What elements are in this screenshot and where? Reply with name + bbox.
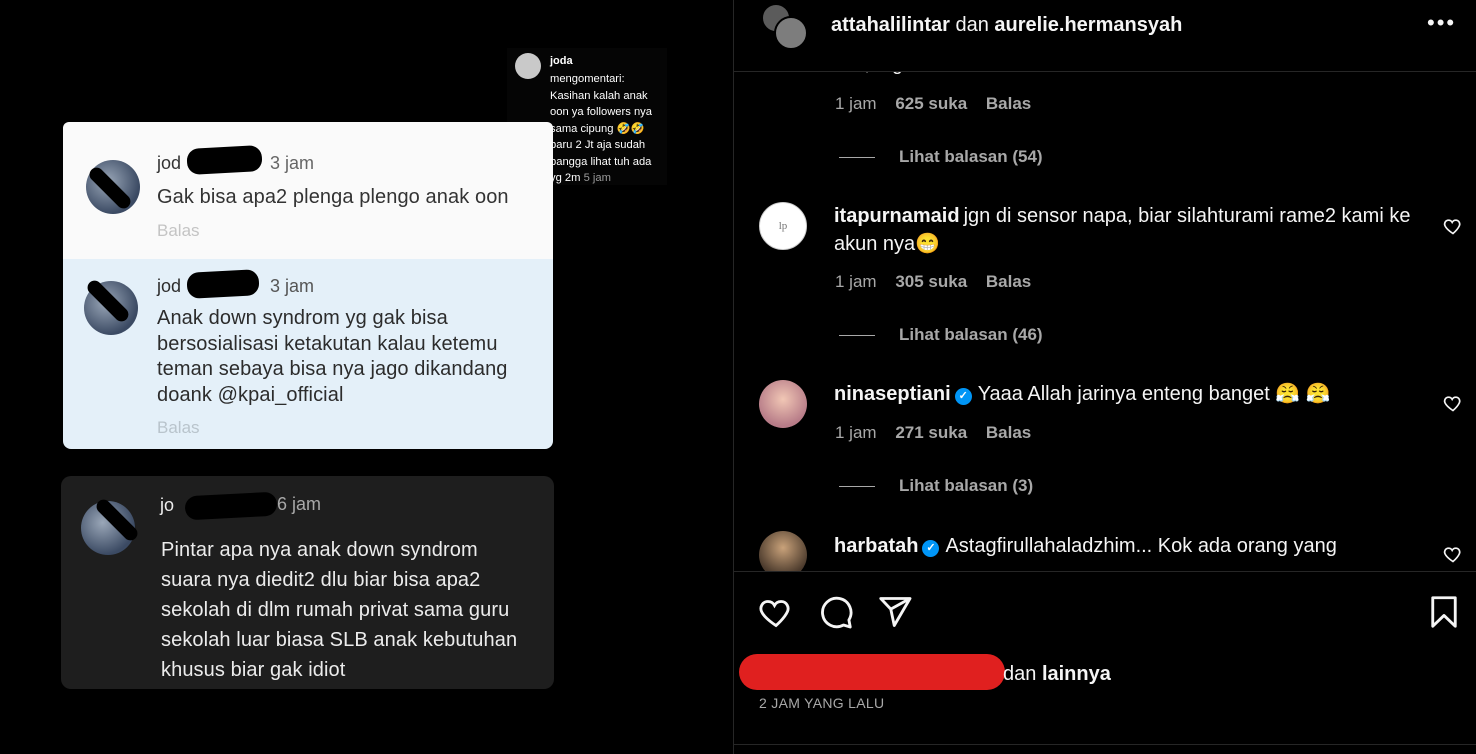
liked-by-connector: dan: [1003, 663, 1037, 685]
liked-by[interactable]: dan lainnya: [739, 654, 1139, 690]
comment-likes[interactable]: 271 suka: [895, 423, 967, 442]
verified-badge-icon: ✓: [922, 540, 940, 557]
comment-time: 3 jam: [270, 276, 315, 296]
like-comment-icon[interactable]: [1443, 216, 1463, 236]
comment: ninaseptiani ✓ Yaaa Allah jarinya enteng b…: [834, 380, 1424, 408]
view-replies-label: Lihat balasan (3): [899, 476, 1034, 495]
comment-meta: 1 jam 625 suka Balas: [835, 94, 1045, 114]
commenter-username: jod: [157, 276, 182, 296]
comment-time: 6 jam: [277, 494, 322, 514]
comment-likes[interactable]: 305 suka: [895, 272, 967, 291]
like-comment-icon[interactable]: [1443, 393, 1463, 413]
comment-username[interactable]: ninaseptiani: [834, 383, 951, 405]
reply-link: Balas: [157, 221, 200, 240]
replies-divider: [839, 335, 875, 337]
comment-time: 1 jam: [835, 423, 877, 442]
screenshot-comment-2: jod 3 jam Anak down syndrom yg gak bisa …: [63, 259, 553, 449]
username-redaction: [184, 491, 278, 521]
replies-divider: [839, 486, 875, 488]
comment-time: 3 jam: [270, 153, 315, 173]
bookmark-icon[interactable]: [1426, 594, 1462, 630]
collaborator-username[interactable]: aurelie.hermansyah: [994, 14, 1182, 36]
comment-text: Anak down syndrom yg gak bisa bersosiali…: [157, 307, 508, 406]
comment-text: Pintar apa nya anak down syndrom suara n…: [161, 539, 518, 681]
commenter-username: jod: [157, 153, 182, 173]
commenter-avatar[interactable]: [759, 380, 807, 428]
reply-link: Balas: [157, 418, 200, 437]
post-timestamp[interactable]: 2 JAM YANG LALU: [759, 695, 884, 711]
replies-divider: [839, 157, 875, 159]
notification-body: mengomentari: Kasihan kalah anak oon ya …: [550, 73, 652, 184]
send-icon[interactable]: [877, 594, 913, 630]
post-header: attahalilintar dan aurelie.hermansyah ••…: [734, 0, 1476, 72]
verified-badge-icon: ✓: [954, 388, 972, 405]
comment-bubble-icon[interactable]: [818, 594, 854, 630]
post-image: joda mengomentari: Kasihan kalah anak oo…: [0, 0, 733, 754]
author-username[interactable]: attahalilintar: [831, 14, 950, 36]
commenter-username: jo: [160, 495, 175, 515]
comment: itapurnamaid jgn di sensor napa, biar sil…: [834, 202, 1424, 258]
notification-username: joda: [550, 55, 573, 67]
more-options-icon[interactable]: •••: [1427, 10, 1456, 36]
liked-by-others[interactable]: lainnya: [1042, 663, 1111, 685]
comment-time: 1 jam: [835, 272, 877, 291]
comment: harbatah ✓ Astagfirullahaladzhim... Kok ad…: [834, 532, 1424, 560]
notification-avatar: [515, 53, 541, 79]
reply-button[interactable]: Balas: [986, 94, 1031, 113]
authors-connector: dan: [955, 14, 989, 36]
screenshot-comment-1: jod 3 jam Gak bisa apa2 plenga plengo an…: [63, 122, 553, 259]
view-replies-button[interactable]: Lihat balasan (46): [839, 325, 1043, 345]
post-actions: dan lainnya 2 JAM YANG LALU: [734, 571, 1476, 754]
comment-text: Yaaa Allah jarinya enteng banget 😤 😤: [977, 383, 1331, 405]
reply-button[interactable]: Balas: [986, 272, 1031, 291]
view-replies-label: Lihat balasan (46): [899, 325, 1043, 344]
comment-text: Astagfirullahaladzhim... Kok ada orang y…: [945, 535, 1337, 557]
comment-username[interactable]: harbatah: [834, 535, 918, 557]
post-authors: attahalilintar dan aurelie.hermansyah: [831, 14, 1182, 37]
comments-list[interactable]: hati, rugi .. 1 jam 625 suka Balas Lihat…: [734, 50, 1476, 571]
like-comment-icon[interactable]: [1443, 544, 1463, 564]
notification-time: 5 jam: [583, 172, 611, 184]
comment-likes[interactable]: 625 suka: [895, 94, 967, 113]
comment-meta: 1 jam 271 suka Balas: [835, 423, 1045, 443]
reply-button[interactable]: Balas: [986, 423, 1031, 442]
notification-text: mengomentari: Kasihan kalah anak oon ya …: [550, 71, 675, 187]
username-redaction: [186, 145, 263, 175]
comment-meta: 1 jam 305 suka Balas: [835, 272, 1045, 292]
comment-username[interactable]: itapurnamaid: [834, 205, 960, 227]
comment-text: Gak bisa apa2 plenga plengo anak oon: [157, 186, 509, 208]
liked-by-text: dan lainnya: [1003, 663, 1111, 686]
commenter-avatar[interactable]: lp: [759, 202, 807, 250]
view-replies-label: Lihat balasan (54): [899, 147, 1043, 166]
view-replies-button[interactable]: Lihat balasan (3): [839, 476, 1033, 496]
comment-time: 1 jam: [835, 94, 877, 113]
collaborator-avatar[interactable]: [774, 16, 808, 50]
liked-by-redaction: [739, 654, 1005, 690]
comments-panel: attahalilintar dan aurelie.hermansyah ••…: [733, 0, 1476, 754]
commenter-avatar[interactable]: [759, 531, 807, 571]
view-replies-button[interactable]: Lihat balasan (54): [839, 147, 1043, 167]
screenshot-comment-3: jo 6 jam Pintar apa nya anak down syndro…: [61, 476, 554, 689]
username-redaction: [186, 269, 260, 299]
heart-icon[interactable]: [758, 594, 794, 630]
add-comment-divider: [734, 744, 1476, 745]
